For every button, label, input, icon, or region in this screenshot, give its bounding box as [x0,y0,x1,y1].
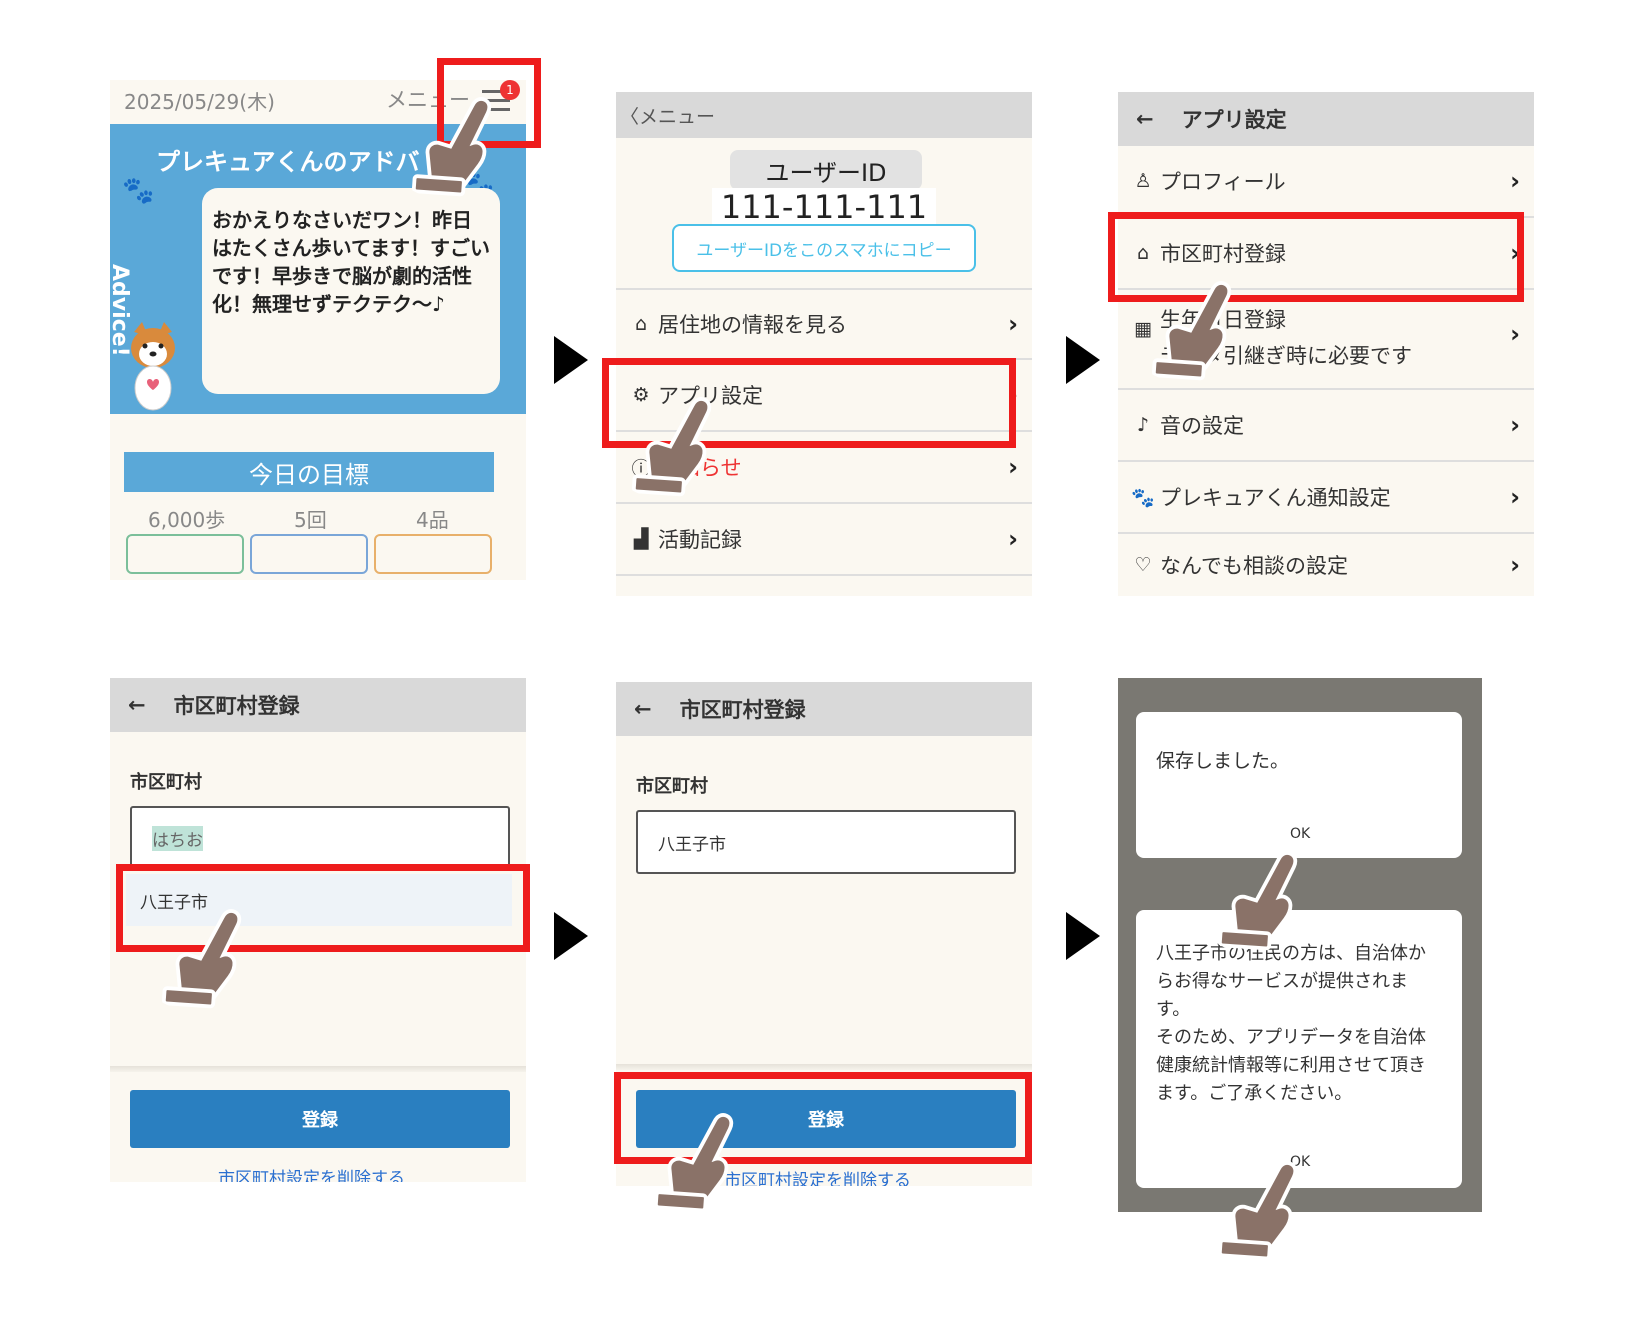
chevron-right-icon: › [1008,381,1018,409]
note-icon: ♪ [1136,414,1150,436]
settings-item-consultation[interactable]: ♡ なんでも相談の設定 › [1118,534,1534,596]
back-arrow-icon[interactable]: ← [1136,107,1154,131]
chevron-right-icon: › [1510,483,1520,511]
goal-count: 5回 [294,508,327,532]
notice-dialog: 八王子市の住民の方は、自治体か らお得なサービスが提供されま す。 そのため、ア… [1136,910,1462,1188]
chevron-right-icon: › [1510,239,1520,267]
menu-header: 〈メニュー [616,92,1032,138]
back-arrow-icon[interactable]: ← [128,693,146,717]
screen-dialogs: 保存しました。 OK 八王子市の住民の方は、自治体か らお得なサービスが提供され… [1118,678,1482,1212]
field-label: 市区町村 [130,772,202,793]
notice-line: ます。ご了承ください。 [1156,1083,1353,1104]
back-arrow-icon[interactable]: ← [634,697,652,721]
delete-municipality-link[interactable]: 市区町村設定を削除する [724,1166,911,1186]
settings-item-profile[interactable]: ♙ プロフィール › [1118,146,1534,218]
advice-bubble: おかえりなさいだワン！昨日はたくさん歩いてます！すごいです！早歩きで脳が劇的活性… [202,188,500,394]
saved-message: 保存しました。 [1156,750,1290,772]
goal-steps: 6,000歩 [148,508,226,532]
mascot-dog-image [120,320,186,416]
arrow-right-icon [1066,336,1100,384]
page-title: 市区町村登録 [679,698,806,722]
municipality-header: ← 市区町村登録 [616,682,1032,736]
settings-item-label: プレキュアくん通知設定 [1160,486,1391,510]
delete-municipality-link[interactable]: 市区町村設定を削除する [218,1164,405,1182]
settings-item-notification[interactable]: 🐾 プレキュアくん通知設定 › [1118,462,1534,534]
chevron-right-icon: › [1008,453,1018,481]
field-label: 市区町村 [636,776,708,797]
municipality-input[interactable]: はちお [130,806,510,870]
settings-item-label: 市区町村登録 [1160,242,1286,266]
chevron-right-icon: › [1510,411,1520,439]
menu-item-residence[interactable]: ⌂ 居住地の情報を見る › [616,288,1032,360]
register-button[interactable]: 登録 [130,1090,510,1148]
saved-dialog: 保存しました。 OK [1136,712,1462,858]
chevron-right-icon: › [1510,320,1520,348]
chevron-right-icon: › [1008,310,1018,338]
notice-line: す。 [1156,999,1191,1020]
paw-icon: 🐾 [122,176,155,206]
date-label: 2025/05/29(木) [124,90,275,114]
copy-user-id-button[interactable]: ユーザーIDをこのスマホにコピー [672,224,976,272]
goal-banner: 今日の目標 [124,452,494,492]
chevron-right-icon: › [1008,525,1018,553]
ok-button[interactable]: OK [1290,826,1310,842]
municipality-header: ← 市区町村登録 [110,678,526,732]
notice-line: 健康統計情報等に利用させて頂き [1156,1055,1426,1076]
paw-icon: 🐾 [1131,486,1155,509]
arrow-right-icon [554,336,588,384]
arrow-right-icon [554,912,588,960]
notice-line: 八王子市の住民の方は、自治体か [1156,943,1426,964]
menu-item-activity[interactable]: ▟ 活動記録 › [616,504,1032,576]
menu-item-label: 活動記録 [658,528,742,552]
gear-icon: ⚙ [632,384,650,406]
goal-box-2 [250,534,368,574]
person-icon: ♙ [1134,170,1152,192]
page-title: アプリ設定 [1181,108,1287,132]
input-value: 八王子市 [658,834,726,855]
settings-header: ← アプリ設定 [1118,92,1534,146]
goal-box-3 [374,534,492,574]
chevron-right-icon: › [1510,167,1520,195]
menu-item-label: 居住地の情報を見る [658,313,847,337]
screen-menu: 〈メニュー ユーザーID 111-111-111 ユーザーIDをこのスマホにコピ… [616,92,1032,596]
chart-icon: ▟ [633,528,649,550]
divider [110,1066,526,1072]
user-id-label: ユーザーID [730,150,922,190]
screen-municipality-input: ← 市区町村登録 市区町村 はちお 八王子市 登録 市区町村設定を削除する [110,678,526,1182]
screen-municipality-confirm: ← 市区町村登録 市区町村 八王子市 登録 市区町村設定を削除する [616,682,1032,1186]
settings-item-label: プロフィール [1160,170,1286,194]
goal-box-1 [126,534,244,574]
page-title: 市区町村登録 [173,694,300,718]
notice-line: らお得なサービスが提供されま [1156,971,1408,992]
goal-items: 4品 [416,508,449,532]
house-icon: ⌂ [634,313,648,335]
advice-text: おかえりなさいだワン！昨日はたくさん歩いてます！すごいです！早歩きで脳が劇的活性… [212,208,490,316]
notice-message: 八王子市の住民の方は、自治体か らお得なサービスが提供されま す。 そのため、ア… [1156,940,1426,1108]
notice-line: そのため、アプリデータを自治体 [1156,1027,1426,1048]
municipality-input[interactable]: 八王子市 [636,810,1016,874]
back-button[interactable]: 〈メニュー [620,102,715,129]
house-icon: ⌂ [1136,242,1150,264]
arrow-right-icon [1066,912,1100,960]
chevron-right-icon: › [1510,551,1520,579]
notification-badge: 1 [500,80,520,100]
advice-header: プレキュアくんのアドバ [156,148,420,176]
settings-item-label: なんでも相談の設定 [1160,554,1348,578]
user-id-value: 111-111-111 [712,188,936,226]
input-value: はちお [152,825,203,851]
divider [616,1064,1032,1070]
heart-icon: ♡ [1134,554,1152,576]
settings-item-sound[interactable]: ♪ 音の設定 › [1118,390,1534,462]
goal-title: 今日の目標 [249,460,369,489]
settings-item-label: 音の設定 [1160,414,1244,438]
